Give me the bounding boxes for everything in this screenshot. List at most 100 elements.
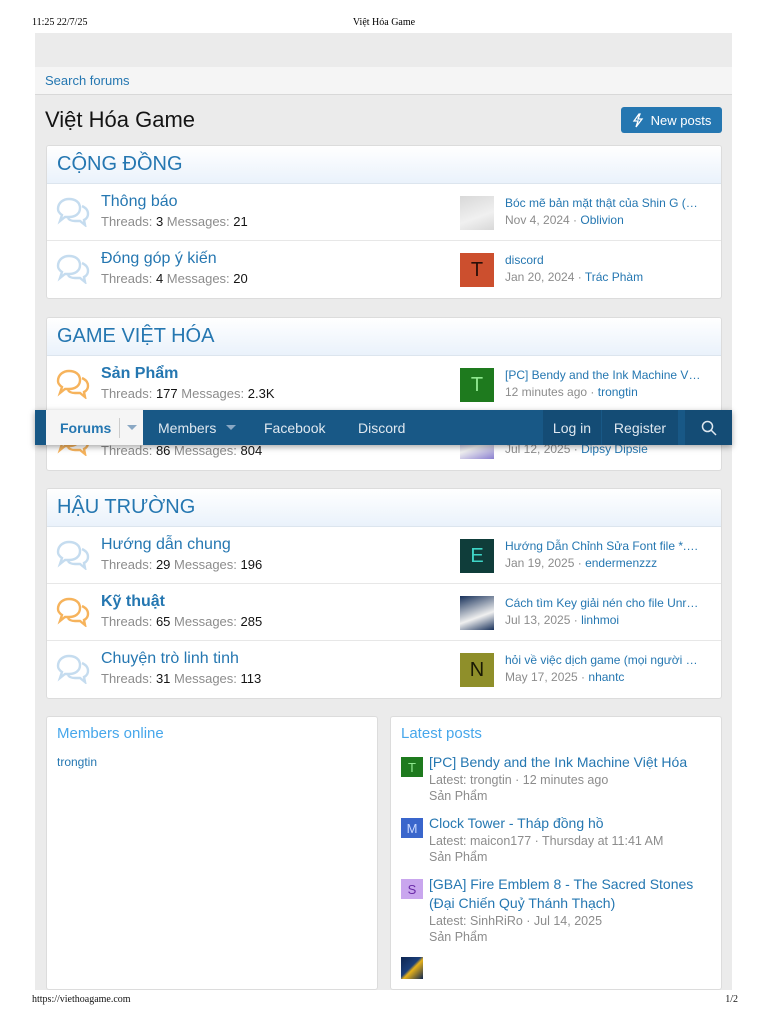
- latest-date: 12 minutes ago: [505, 385, 588, 399]
- user-avatar[interactable]: M: [401, 818, 423, 838]
- nav-tab-members[interactable]: Members: [158, 410, 237, 445]
- messages-label: Messages:: [174, 614, 237, 629]
- unread-chat-bubbles-icon: [55, 597, 91, 628]
- nav-tab-discord[interactable]: Discord: [358, 410, 405, 445]
- messages-count: 21: [233, 214, 248, 229]
- latest-posts-panel: Latest posts T [PC] Bendy and the Ink Ma…: [390, 716, 722, 990]
- threads-label: Threads:: [101, 443, 153, 458]
- user-avatar[interactable]: [401, 957, 423, 979]
- forum-title-link[interactable]: Chuyện trò linh tinh: [101, 650, 239, 668]
- members-online-panel: Members online trongtin: [46, 716, 378, 990]
- forum-title-link[interactable]: Hướng dẫn chung: [101, 536, 231, 554]
- forum-row: Thông báo Threads: 3 Messages: 21 Bóc mẽ…: [47, 184, 721, 241]
- messages-count: 113: [240, 671, 262, 686]
- chevron-down-icon[interactable]: [127, 425, 138, 430]
- threads-count: 86: [155, 443, 171, 458]
- latest-date: Nov 4, 2024: [505, 213, 570, 227]
- latest-date: Jul 13, 2025: [505, 613, 571, 627]
- forum-stats: Threads: 31 Messages: 113: [101, 671, 261, 686]
- user-avatar[interactable]: T: [401, 757, 423, 777]
- latest-thread-link[interactable]: [PC] Bendy and the Ink Machine V…: [505, 368, 713, 382]
- page-container: Search forums Việt Hóa Game New posts CỘ…: [35, 33, 732, 990]
- search-icon: [701, 420, 717, 436]
- forum-row: Sản Phẩm Threads: 177 Messages: 2.3K T […: [47, 356, 721, 413]
- latest-thread-link[interactable]: hỏi về việc dịch game (mọi người …: [505, 653, 713, 667]
- category-title[interactable]: GAME VIỆT HÓA: [47, 318, 721, 356]
- nav-tab-facebook[interactable]: Facebook: [264, 410, 325, 445]
- latest-post-item: T [PC] Bendy and the Ink Machine Việt Hó…: [401, 753, 711, 804]
- forum-title-link[interactable]: Kỹ thuật: [101, 593, 165, 611]
- latest-date: Jan 20, 2024: [505, 270, 575, 284]
- latest-date: May 17, 2025: [505, 670, 578, 684]
- latest-user-link[interactable]: Trác Phàm: [585, 270, 643, 284]
- messages-label: Messages:: [174, 671, 237, 686]
- user-avatar[interactable]: S: [401, 879, 423, 899]
- threads-label: Threads:: [101, 671, 153, 686]
- threads-count: 177: [155, 386, 178, 401]
- latest-user-link[interactable]: nhantc: [588, 670, 624, 684]
- latest-post-title-link[interactable]: Clock Tower - Tháp đồng hồ: [429, 814, 711, 833]
- forum-category: HẬU TRƯỜNG Hướng dẫn chung Threads: 29 M…: [46, 488, 722, 699]
- latest-date: Jan 19, 2025: [505, 556, 575, 570]
- latest-post-title-link[interactable]: [GBA] Fire Emblem 8 - The Sacred Stones …: [429, 875, 711, 913]
- chat-bubbles-icon: [55, 254, 91, 285]
- latest-thread-link[interactable]: Cách tìm Key giải nén cho file Unr…: [505, 596, 713, 610]
- latest-user-link[interactable]: Oblivion: [580, 213, 623, 227]
- latest-posts-title[interactable]: Latest posts: [401, 725, 482, 742]
- latest-user-link[interactable]: trongtin: [598, 385, 638, 399]
- threads-count: 31: [155, 671, 171, 686]
- search-button[interactable]: [685, 410, 732, 445]
- latest-thread-link[interactable]: Bóc mẽ bản mặt thật của Shin G (…: [505, 196, 713, 210]
- threads-label: Threads:: [101, 214, 153, 229]
- category-title[interactable]: HẬU TRƯỜNG: [47, 489, 721, 527]
- user-avatar[interactable]: [460, 196, 494, 230]
- online-member-link[interactable]: trongtin: [57, 755, 97, 769]
- latest-user-link[interactable]: linhmoi: [581, 613, 619, 627]
- user-avatar[interactable]: T: [460, 253, 494, 287]
- latest-meta: Jul 13, 2025 · linhmoi: [505, 613, 620, 627]
- latest-thread-link[interactable]: discord: [505, 253, 713, 267]
- search-forums-link[interactable]: Search forums: [35, 67, 732, 95]
- latest-post-meta: Latest: SinhRiRo · Jul 14, 2025: [429, 914, 603, 928]
- members-online-title[interactable]: Members online: [57, 725, 164, 742]
- forum-category: CỘNG ĐỒNG Thông báo Threads: 3 Messages:…: [46, 145, 722, 299]
- messages-label: Messages:: [166, 214, 230, 229]
- user-avatar[interactable]: N: [460, 653, 494, 687]
- latest-user-link[interactable]: endermenzzz: [585, 556, 657, 570]
- chat-bubbles-icon: [55, 540, 91, 571]
- page-title: Việt Hóa Game: [45, 107, 196, 132]
- latest-meta: Jan 19, 2025 · endermenzzz: [505, 556, 658, 570]
- chevron-down-icon[interactable]: [226, 425, 237, 430]
- main-nav: Forums Members Facebook Discord Log in R…: [35, 410, 732, 445]
- forum-title-link[interactable]: Sản Phẩm: [101, 365, 178, 383]
- latest-post-item: M Clock Tower - Tháp đồng hồ Latest: mai…: [401, 814, 711, 865]
- forum-stats: Threads: 177 Messages: 2.3K: [101, 386, 275, 401]
- login-button[interactable]: Log in: [543, 410, 601, 445]
- latest-post-title-link[interactable]: [PC] Bendy and the Ink Machine Việt Hóa: [429, 753, 711, 772]
- threads-count: 65: [155, 614, 171, 629]
- latest-meta: May 17, 2025 · nhantc: [505, 670, 625, 684]
- forum-title-link[interactable]: Đóng góp ý kiến: [101, 250, 217, 268]
- forum-stats: Threads: 65 Messages: 285: [101, 614, 262, 629]
- category-title[interactable]: CỘNG ĐỒNG: [47, 146, 721, 184]
- print-url: https://viethoagame.com: [32, 994, 131, 1005]
- latest-post-forum-link[interactable]: Sản Phẩm: [429, 929, 711, 945]
- latest-post-forum-link[interactable]: Sản Phẩm: [429, 849, 711, 865]
- chat-bubbles-icon: [55, 197, 91, 228]
- forum-stats: Threads: 29 Messages: 196: [101, 557, 262, 572]
- forum-title-link[interactable]: Thông báo: [101, 193, 178, 211]
- forum-row: Đóng góp ý kiến Threads: 4 Messages: 20 …: [47, 241, 721, 298]
- nav-tab-forums[interactable]: Forums: [46, 410, 143, 445]
- messages-count: 20: [233, 271, 248, 286]
- new-posts-button[interactable]: New posts: [621, 107, 722, 133]
- latest-thread-link[interactable]: Hướng Dẫn Chỉnh Sửa Font file *.…: [505, 539, 713, 553]
- print-title: Việt Hóa Game: [352, 17, 416, 28]
- user-avatar[interactable]: E: [460, 539, 494, 573]
- user-avatar[interactable]: [460, 596, 494, 630]
- register-button[interactable]: Register: [602, 410, 678, 445]
- user-avatar[interactable]: T: [460, 368, 494, 402]
- nav-forums-label: Forums: [60, 419, 112, 436]
- forum-row: Hướng dẫn chung Threads: 29 Messages: 19…: [47, 527, 721, 584]
- messages-label: Messages:: [181, 386, 245, 401]
- latest-post-forum-link[interactable]: Sản Phẩm: [429, 788, 711, 804]
